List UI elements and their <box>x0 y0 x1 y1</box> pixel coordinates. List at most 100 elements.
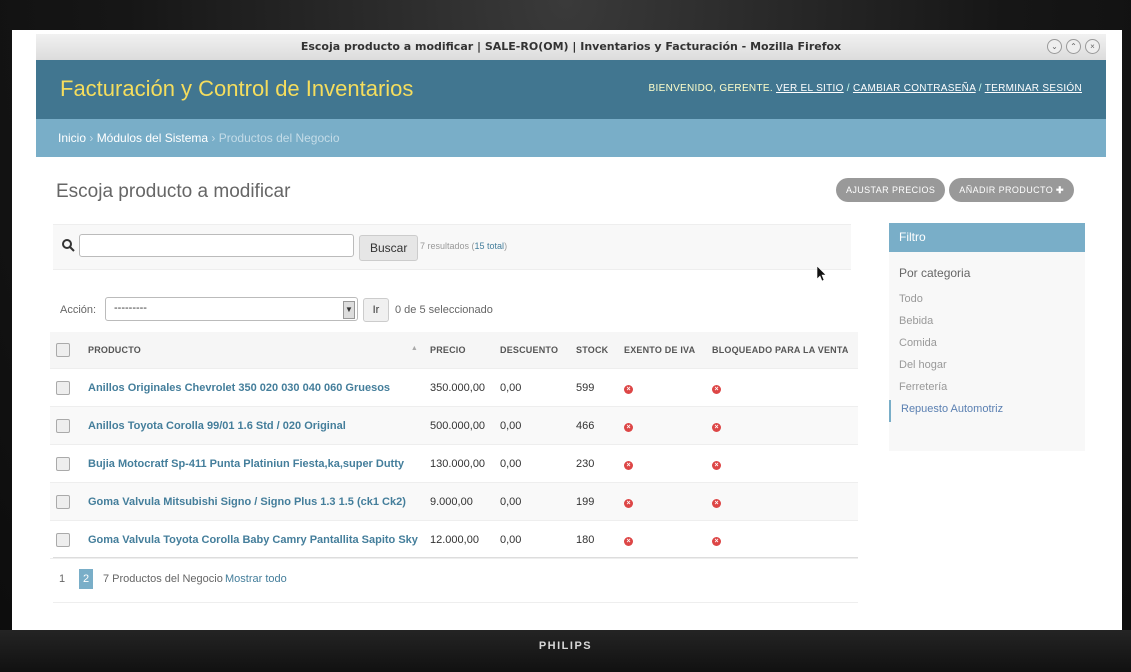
discount-cell: 0,00 <box>494 368 570 407</box>
no-icon: × <box>712 384 721 394</box>
maximize-icon[interactable]: ⌃ <box>1066 39 1081 54</box>
column-header-stock[interactable]: Stock <box>570 332 618 369</box>
row-checkbox[interactable] <box>56 532 70 547</box>
search-icon <box>62 239 75 252</box>
discount-cell: 0,00 <box>494 444 570 483</box>
search-button[interactable]: Buscar <box>359 235 419 261</box>
view-site-link[interactable]: Ver el sitio <box>776 83 844 94</box>
monitor-brand-logo: PHILIPS <box>538 640 593 652</box>
object-tools: Ajustar precios Añadir producto ✚ <box>835 178 1074 202</box>
no-icon: × <box>712 536 721 546</box>
product-link[interactable]: Goma Valvula Toyota Corolla Baby Camry P… <box>88 534 418 546</box>
price-cell: 12.000,00 <box>424 520 494 559</box>
no-icon: × <box>624 498 633 508</box>
product-link[interactable]: Goma Valvula Mitsubishi Signo / Signo Pl… <box>88 496 406 508</box>
stock-cell: 180 <box>570 520 618 559</box>
filter-panel: Filtro Por categoria Todo Bebida Comida Del… <box>889 223 1085 451</box>
add-product-label: Añadir producto <box>959 185 1054 195</box>
column-header-exento[interactable]: Exento de IVA <box>618 332 706 369</box>
action-label: Acción: <box>60 304 97 316</box>
column-header-precio[interactable]: Precio <box>424 332 494 369</box>
page-current-2: 2 <box>79 569 93 589</box>
search-input[interactable] <box>79 234 354 257</box>
filter-item[interactable]: Del hogar <box>889 356 1085 378</box>
filter-title: Filtro <box>889 223 1085 252</box>
show-all-link[interactable]: Mostrar todo <box>225 573 287 585</box>
plus-icon: ✚ <box>1056 185 1064 195</box>
table-row: Goma Valvula Mitsubishi Signo / Signo Pl… <box>50 482 858 521</box>
breadcrumb-modules[interactable]: Módulos del Sistema <box>97 131 208 145</box>
breadcrumb: Inicio › Módulos del Sistema › Productos… <box>36 119 1106 157</box>
selection-count: 0 de 5 seleccionado <box>395 304 493 316</box>
no-icon: × <box>712 460 721 470</box>
product-link[interactable]: Bujia Motocratf Sp-411 Punta Platiniun F… <box>88 458 404 470</box>
table-row: Anillos Toyota Corolla 99/01 1.6 Std / 0… <box>50 406 858 445</box>
mouse-cursor-icon <box>817 266 827 282</box>
logout-link[interactable]: Terminar sesión <box>985 83 1082 94</box>
filter-item[interactable]: Comida <box>889 334 1085 356</box>
stock-cell: 466 <box>570 406 618 445</box>
price-cell: 9.000,00 <box>424 482 494 521</box>
search-toolbar: Buscar 7 resultados (15 total) <box>53 224 851 270</box>
actions-bar: Acción: --------- ▼ Ir 0 de 5 seleccionad… <box>53 296 851 324</box>
paginator: 1 2 7 Productos del Negocio Mostrar todo <box>53 557 858 603</box>
minimize-icon[interactable]: ⌄ <box>1047 39 1062 54</box>
total-link[interactable]: 15 total <box>475 241 505 251</box>
filter-item[interactable]: Ferretería <box>889 378 1085 400</box>
row-checkbox[interactable] <box>56 494 70 509</box>
screen: Escoja producto a modificar | SALE-RO(OM… <box>12 30 1122 630</box>
stock-cell: 230 <box>570 444 618 483</box>
site-header: Facturación y Control de Inventarios Bie… <box>36 60 1106 119</box>
window-titlebar: Escoja producto a modificar | SALE-RO(OM… <box>36 34 1106 61</box>
price-cell: 130.000,00 <box>424 444 494 483</box>
select-all-checkbox[interactable] <box>56 343 70 357</box>
filter-item[interactable]: Todo <box>889 290 1085 312</box>
paginator-count: 7 Productos del Negocio <box>103 573 223 585</box>
dropdown-arrow-icon: ▼ <box>343 301 355 319</box>
discount-cell: 0,00 <box>494 520 570 559</box>
stock-cell: 599 <box>570 368 618 407</box>
row-checkbox[interactable] <box>56 456 70 471</box>
filter-item[interactable]: Repuesto Automotriz <box>889 400 1085 422</box>
table-row: Anillos Originales Chevrolet 350 020 030… <box>50 368 858 407</box>
table-row: Bujia Motocratf Sp-411 Punta Platiniun F… <box>50 444 858 483</box>
no-icon: × <box>624 422 633 432</box>
close-icon[interactable]: × <box>1085 39 1100 54</box>
site-title: Facturación y Control de Inventarios <box>60 76 414 101</box>
page-title: Escoja producto a modificar <box>56 181 291 202</box>
product-link[interactable]: Anillos Originales Chevrolet 350 020 030… <box>88 382 390 394</box>
discount-cell: 0,00 <box>494 482 570 521</box>
no-icon: × <box>712 422 721 432</box>
product-link[interactable]: Anillos Toyota Corolla 99/01 1.6 Std / 0… <box>88 420 346 432</box>
welcome-text: Bienvenido, Gerente. <box>648 83 773 94</box>
table-row: Goma Valvula Toyota Corolla Baby Camry P… <box>50 520 858 559</box>
price-cell: 350.000,00 <box>424 368 494 407</box>
no-icon: × <box>624 536 633 546</box>
no-icon: × <box>624 460 633 470</box>
price-cell: 500.000,00 <box>424 406 494 445</box>
action-select[interactable]: --------- ▼ <box>105 297 358 321</box>
page-link-1[interactable]: 1 <box>59 573 65 585</box>
change-password-link[interactable]: Cambiar contraseña <box>853 83 976 94</box>
stock-cell: 199 <box>570 482 618 521</box>
column-header-descuento[interactable]: Descuento <box>494 332 570 369</box>
row-checkbox[interactable] <box>56 380 70 395</box>
discount-cell: 0,00 <box>494 406 570 445</box>
column-header-bloqueado[interactable]: Bloqueado para la venta <box>706 332 858 369</box>
column-header-producto[interactable]: Producto ▲ <box>82 332 424 369</box>
filter-by-label: Por categoria <box>899 266 971 280</box>
results-table: Producto ▲ Precio Descuento Stock Exento … <box>50 332 858 559</box>
add-product-button[interactable]: Añadir producto ✚ <box>949 178 1074 202</box>
no-icon: × <box>624 384 633 394</box>
sort-asc-icon[interactable]: ▲ <box>411 345 418 352</box>
adjust-prices-button[interactable]: Ajustar precios <box>835 178 946 202</box>
go-button[interactable]: Ir <box>363 298 389 322</box>
row-checkbox[interactable] <box>56 418 70 433</box>
no-icon: × <box>712 498 721 508</box>
user-tools: Bienvenido, Gerente. Ver el sitio / Camb… <box>648 83 1082 94</box>
results-count: 7 resultados (15 total) <box>420 241 508 251</box>
breadcrumb-current: Productos del Negocio <box>218 131 340 145</box>
filter-item[interactable]: Bebida <box>889 312 1085 334</box>
window-title: Escoja producto a modificar | SALE-RO(OM… <box>300 40 842 53</box>
breadcrumb-home[interactable]: Inicio <box>58 131 86 145</box>
